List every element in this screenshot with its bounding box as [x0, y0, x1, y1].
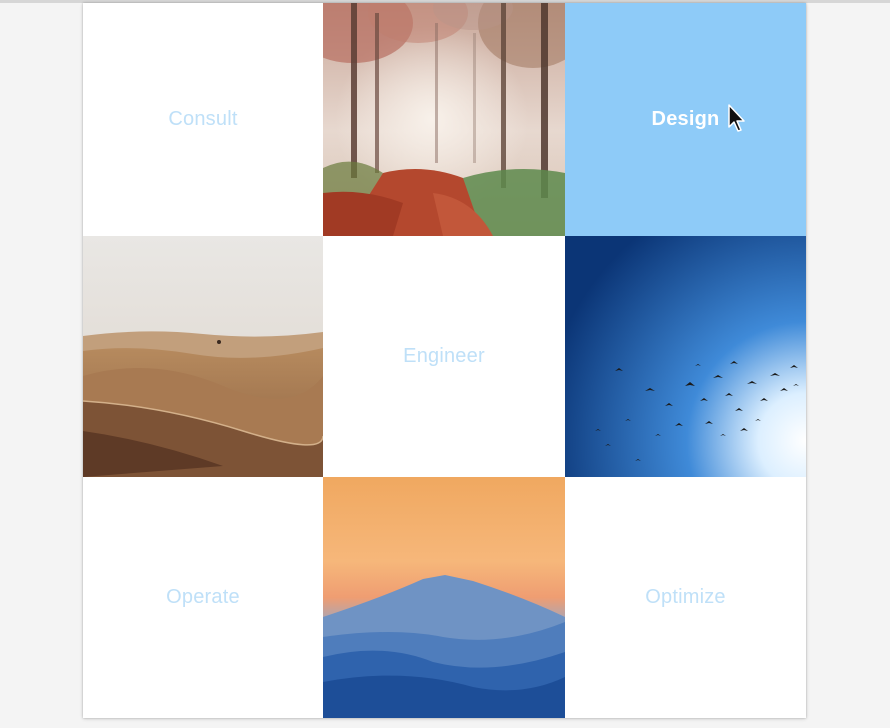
tile-design[interactable]: Design — [565, 3, 806, 236]
services-panel: Consult Design Engineer Operate Optimize — [83, 3, 806, 718]
tile-operate[interactable]: Operate — [83, 477, 323, 718]
tile-engineer[interactable]: Engineer — [323, 236, 565, 477]
desert-dunes-photo — [83, 236, 323, 477]
tile-consult[interactable]: Consult — [83, 3, 323, 236]
tile-label-consult: Consult — [168, 108, 238, 130]
mountain-sunset-photo — [323, 477, 565, 718]
birds-blue-sky-photo — [565, 236, 806, 477]
tile-label-design: Design — [651, 108, 720, 130]
arrow-cursor — [728, 104, 745, 132]
tile-optimize[interactable]: Optimize — [565, 477, 806, 718]
tile-label-optimize: Optimize — [645, 586, 726, 608]
forest-path-photo — [323, 3, 565, 236]
services-grid: Consult Design Engineer Operate Optimize — [83, 3, 806, 718]
tile-label-engineer: Engineer — [403, 345, 485, 367]
tile-label-operate: Operate — [166, 586, 240, 608]
